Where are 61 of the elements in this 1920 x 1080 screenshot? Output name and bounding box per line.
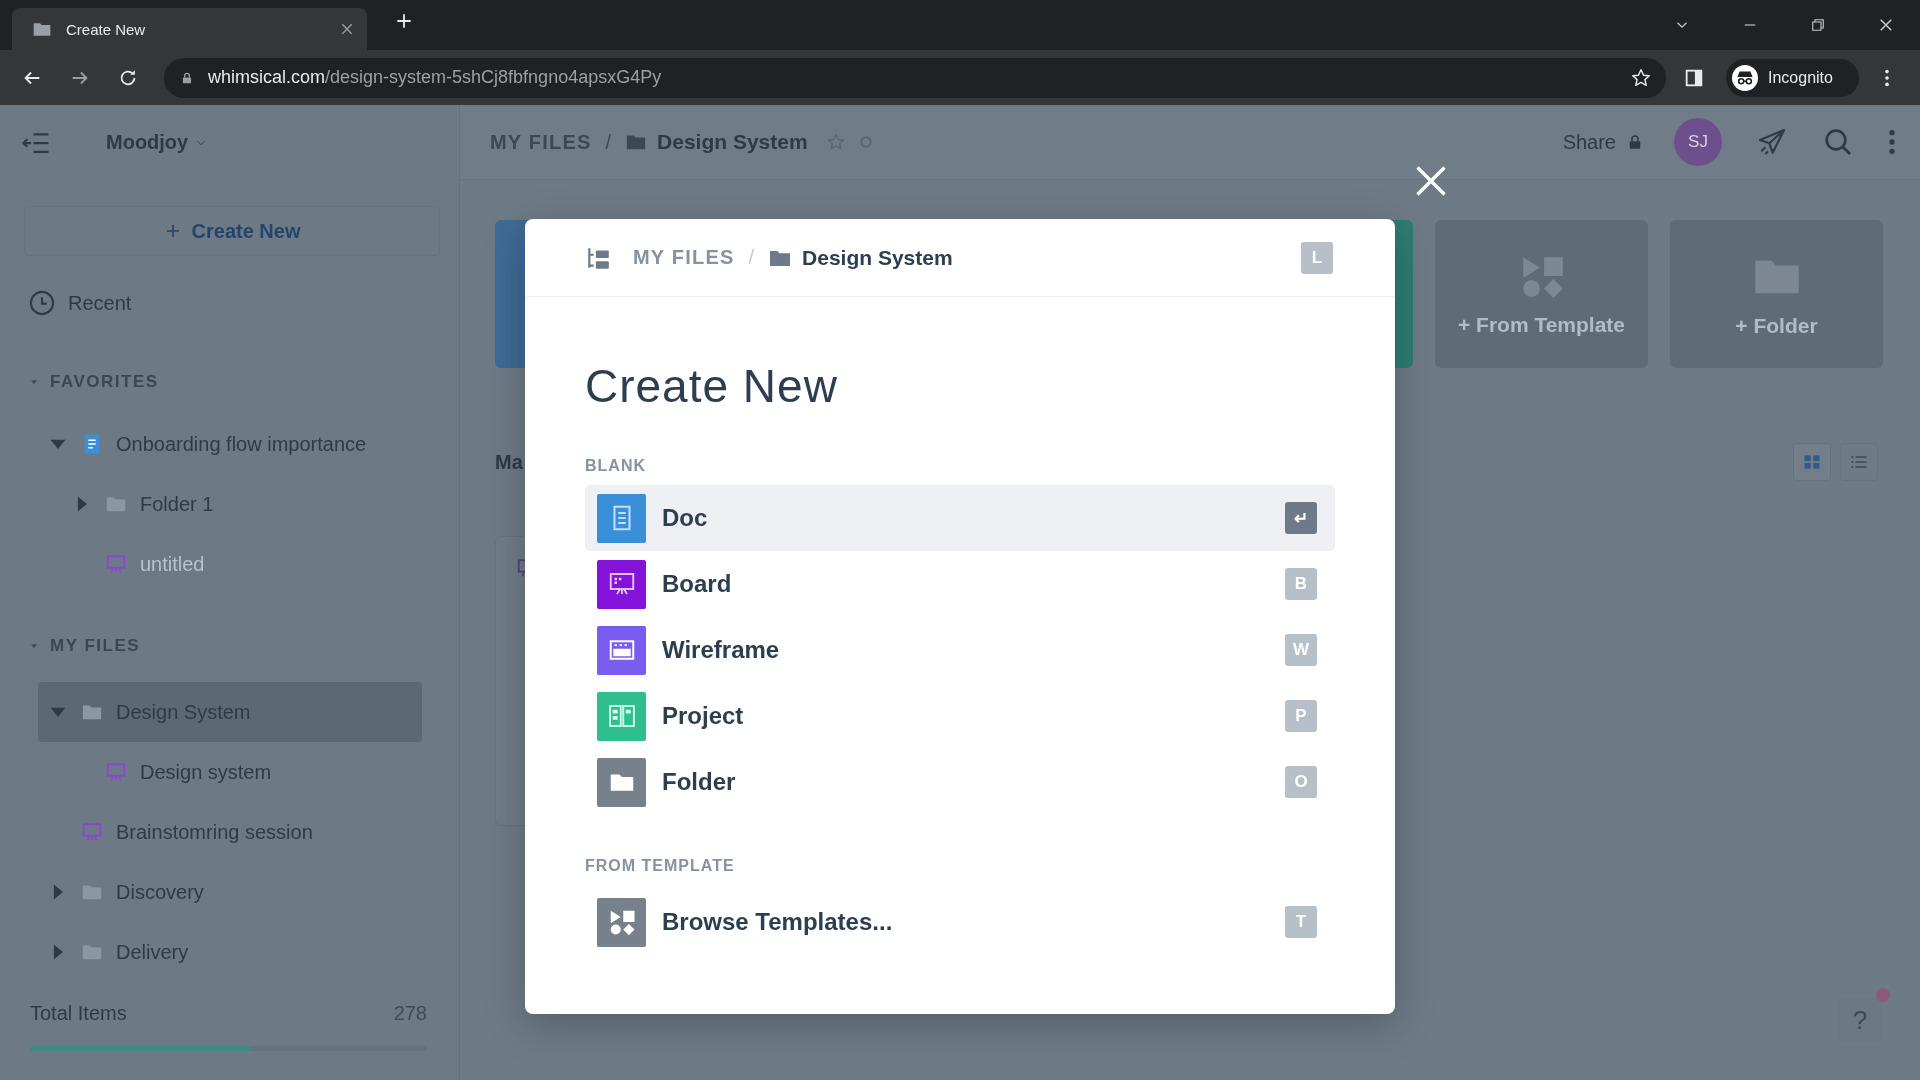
create-option[interactable]: Folder O: [585, 749, 1335, 815]
grid-icon: [1802, 452, 1822, 472]
breadcrumb-separator: /: [605, 130, 612, 154]
tree-item[interactable]: Discovery: [38, 862, 422, 922]
breadcrumb-link[interactable]: Design System: [802, 245, 953, 270]
lock-icon: [180, 70, 194, 85]
profile-button[interactable]: Incognito: [1726, 58, 1859, 97]
create-option[interactable]: Doc ↵: [585, 485, 1335, 551]
board-icon: [105, 761, 127, 783]
breadcrumb-link[interactable]: Design System: [657, 130, 808, 154]
tree-item[interactable]: untitled: [38, 534, 422, 594]
url-text[interactable]: whimsical.com/design-system-5shCj8fbfngno4apsxG4Py: [208, 67, 1630, 88]
create-option[interactable]: Browse Templates... T: [585, 889, 1335, 955]
search-icon[interactable]: [1822, 126, 1854, 158]
project-icon: [597, 691, 646, 741]
incognito-icon: [1732, 64, 1758, 91]
shortcut-key: T: [1285, 906, 1317, 938]
total-items-label: Total Items: [30, 1001, 127, 1025]
star-icon[interactable]: [1630, 66, 1652, 89]
board-icon: [81, 821, 103, 843]
close-icon[interactable]: [1877, 16, 1895, 34]
create-new-button[interactable]: Create New: [24, 206, 440, 256]
tree-item[interactable]: Onboarding flow importance: [38, 414, 422, 474]
create-option[interactable]: Board B: [585, 551, 1335, 617]
section-heading: Ma: [495, 450, 523, 474]
clock-icon: [28, 289, 56, 317]
group-label: FROM TEMPLATE: [585, 857, 736, 875]
create-card[interactable]: + From Template: [1435, 220, 1648, 368]
browser-tab[interactable]: Create New: [12, 8, 367, 50]
tree-item[interactable]: Delivery: [38, 922, 422, 982]
board-icon: [597, 559, 646, 609]
shortcut-key: O: [1285, 766, 1317, 798]
create-option[interactable]: Wireframe W: [585, 617, 1335, 683]
shortcut-key: L: [1301, 241, 1333, 274]
tree-item[interactable]: Folder 1: [38, 474, 422, 534]
shortcut-key: P: [1285, 700, 1317, 732]
address-bar[interactable]: whimsical.com/design-system-5shCj8fbfngno4apsxG4Py: [164, 57, 1666, 98]
user-avatar[interactable]: SJ: [1674, 118, 1722, 166]
new-tab-icon[interactable]: [394, 11, 414, 31]
breadcrumb-link[interactable]: MY FILES: [633, 246, 735, 269]
dialog-title: Create New: [585, 359, 839, 413]
workspace-switcher[interactable]: Moodjoy: [106, 131, 209, 154]
shortcut-key: ↵: [1285, 502, 1317, 534]
create-card[interactable]: + Folder: [1670, 220, 1883, 368]
breadcrumb-separator: /: [748, 246, 755, 269]
tree-item[interactable]: Brainstomring session: [38, 802, 422, 862]
restore-icon[interactable]: [1809, 16, 1827, 34]
shortcut-key: W: [1285, 634, 1317, 666]
group-label: BLANK: [585, 457, 647, 475]
shortcut-key: B: [1285, 568, 1317, 600]
doc-icon: [597, 493, 646, 543]
wireframe-icon: [597, 625, 646, 675]
template-icon: [597, 897, 646, 947]
create-option[interactable]: Project P: [585, 683, 1335, 749]
tab-title: Create New: [66, 20, 147, 38]
tree-item[interactable]: Design system: [38, 742, 422, 802]
folder-icon: [597, 757, 646, 807]
close-icon[interactable]: [339, 21, 355, 37]
recent-link[interactable]: Recent: [0, 278, 459, 328]
board-icon: [105, 553, 127, 575]
share-button[interactable]: Share: [1562, 130, 1644, 154]
